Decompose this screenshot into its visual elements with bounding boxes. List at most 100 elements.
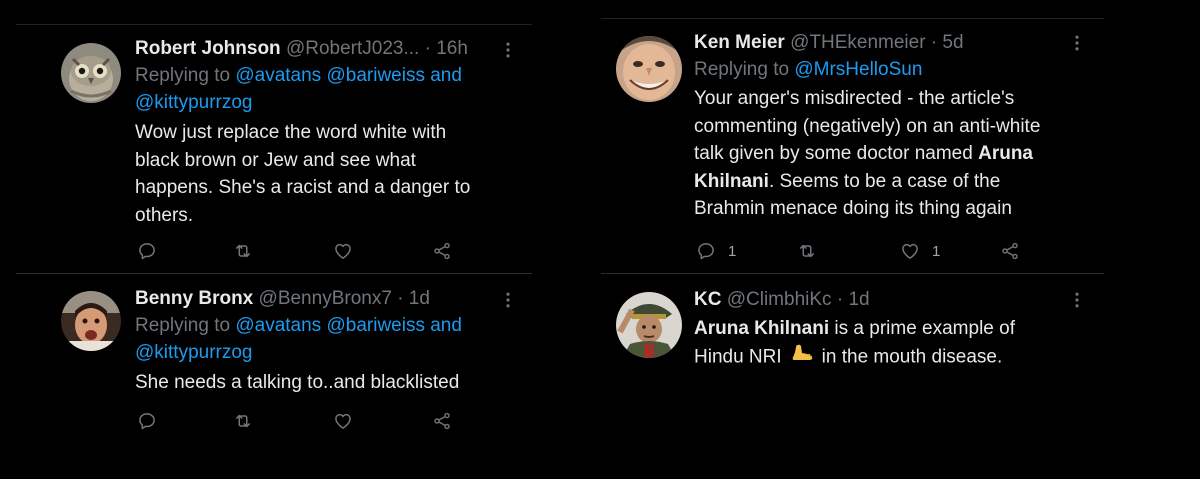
tweet-time[interactable]: 1d — [409, 288, 430, 309]
mention-link[interactable]: @avatans — [235, 315, 321, 336]
text-line: Brahmin menace doing its thing again — [694, 198, 1012, 219]
tweet-text: Your anger's misdirected - the article's… — [694, 85, 1080, 223]
text-line: Hindu NRI in the mouth disease. — [694, 343, 1080, 372]
tweet-header: Ken Meier @THEkenmeier · 5d — [694, 30, 1080, 56]
text-segment: Hindu NRI — [694, 345, 782, 367]
reply-icon — [696, 241, 716, 261]
text-segment: in the mouth disease. — [821, 345, 1003, 367]
retweet-button[interactable] — [233, 240, 253, 262]
share-button[interactable] — [432, 240, 452, 262]
tweet-time[interactable]: 5d — [942, 32, 963, 53]
like-icon — [333, 241, 353, 261]
avatar[interactable] — [616, 292, 682, 358]
bold-name: Aruna Khilnani — [694, 318, 830, 339]
mention-conjunction[interactable]: and — [425, 65, 462, 86]
display-name[interactable]: KC — [694, 289, 721, 310]
text-segment: is a prime example of — [829, 318, 1015, 339]
tweet-text: Wow just replace the word white with bla… — [135, 119, 508, 229]
like-button[interactable]: 1 — [900, 240, 940, 262]
mention-link[interactable]: @bariweiss — [326, 315, 424, 336]
tweet-kc[interactable]: KC @ClimbhiKc · 1d Aruna Khilnani is a p… — [601, 274, 1104, 394]
mention-link[interactable]: @kittypurrzog — [135, 92, 253, 113]
display-name[interactable]: Robert Johnson — [135, 38, 281, 59]
avatar[interactable] — [61, 291, 121, 351]
text-line: others. — [135, 204, 194, 226]
like-count: 1 — [932, 242, 941, 260]
tweet-body: Ken Meier @THEkenmeier · 5d Replying to … — [694, 30, 1080, 223]
mention-link[interactable]: @kittypurrzog — [135, 342, 253, 363]
text-line: She needs a talking to..and blacklisted — [135, 372, 460, 393]
share-icon — [432, 411, 452, 431]
foot-emoji-icon — [790, 343, 814, 372]
top-divider — [16, 24, 532, 25]
tweet-ken-meier[interactable]: Ken Meier @THEkenmeier · 5d Replying to … — [601, 19, 1104, 273]
avatar[interactable] — [61, 43, 121, 103]
bold-name: Aruna — [978, 143, 1033, 164]
retweet-icon — [797, 241, 817, 261]
separator-dot: · — [424, 38, 431, 59]
replying-to: Replying to @avatans @bariweiss and @kit… — [135, 312, 508, 366]
tweet-text: She needs a talking to..and blacklisted — [135, 369, 508, 397]
action-bar: 1 1 — [694, 240, 1034, 262]
retweet-button[interactable] — [233, 410, 253, 432]
user-handle[interactable]: @ClimbhiKc — [727, 289, 832, 310]
user-handle[interactable]: @BennyBronx7 — [259, 288, 392, 309]
tweet-benny-bronx[interactable]: Benny Bronx @BennyBronx7 · 1d Replying t… — [16, 274, 532, 444]
tweet-header: KC @ClimbhiKc · 1d — [694, 287, 1080, 313]
tweet-body: Benny Bronx @BennyBronx7 · 1d Replying t… — [135, 286, 508, 397]
text-line: Aruna Khilnani is a prime example of — [694, 315, 1080, 343]
text-line: Wow just replace the word white with — [135, 122, 447, 143]
reply-button[interactable] — [137, 240, 157, 262]
replying-prefix: Replying to — [694, 59, 795, 80]
user-handle[interactable]: @THEkenmeier — [790, 32, 925, 53]
separator-dot: · — [397, 288, 404, 309]
tweet-time[interactable]: 1d — [848, 289, 869, 310]
text-segment: talk given by some doctor named — [694, 143, 979, 164]
like-button[interactable] — [333, 240, 353, 262]
mention-link[interactable]: @bariweiss — [326, 65, 424, 86]
separator-dot: · — [930, 32, 938, 53]
replying-to: Replying to @MrsHelloSun — [694, 56, 1080, 83]
like-button[interactable] — [333, 410, 353, 432]
display-name[interactable]: Ken Meier — [694, 32, 785, 53]
mention-link[interactable]: @MrsHelloSun — [794, 59, 922, 80]
more-icon[interactable] — [1067, 290, 1087, 310]
share-icon — [432, 241, 452, 261]
tweet-body: Robert Johnson @RobertJ023... · 16h Repl… — [135, 36, 508, 229]
text-line: happens. She's a racist and a danger to — [135, 177, 471, 198]
share-button[interactable] — [432, 410, 452, 432]
more-icon[interactable] — [498, 40, 518, 60]
tweet-text: Aruna Khilnani is a prime example of Hin… — [694, 315, 1080, 371]
bold-name: Khilnani — [694, 170, 769, 192]
text-line: commenting (negatively) on an anti-white — [694, 115, 1041, 137]
replying-to: Replying to @avatans @bariweiss and @kit… — [135, 62, 508, 116]
reply-icon — [137, 241, 157, 261]
avatar[interactable] — [616, 36, 682, 102]
tweet-robert-johnson[interactable]: Robert Johnson @RobertJ023... · 16h Repl… — [16, 26, 532, 273]
like-icon — [333, 411, 353, 431]
text-line: Khilnani. Seems to be a case of the — [694, 168, 1080, 196]
mention-link[interactable]: @avatans — [235, 65, 321, 86]
user-handle[interactable]: @RobertJ023... — [286, 38, 419, 59]
reply-count: 1 — [728, 242, 737, 260]
action-bar — [135, 240, 465, 262]
separator-dot: · — [836, 289, 844, 310]
retweet-icon — [233, 241, 253, 261]
mention-conjunction[interactable]: and — [425, 315, 462, 336]
like-icon — [900, 241, 920, 261]
share-button[interactable] — [1000, 240, 1020, 262]
more-icon[interactable] — [498, 290, 518, 310]
text-line: black brown or Jew and see what — [135, 149, 416, 171]
reply-button[interactable] — [137, 410, 157, 432]
replying-prefix: Replying to — [135, 315, 236, 336]
reply-button[interactable]: 1 — [696, 240, 736, 262]
tweet-header: Benny Bronx @BennyBronx7 · 1d — [135, 286, 508, 312]
tweet-header: Robert Johnson @RobertJ023... · 16h — [135, 36, 508, 62]
tweet-time[interactable]: 16h — [436, 38, 468, 59]
retweet-button[interactable] — [797, 240, 817, 262]
more-icon[interactable] — [1067, 33, 1087, 53]
retweet-icon — [233, 411, 253, 431]
text-line: talk given by some doctor named Aruna — [694, 140, 1080, 168]
display-name[interactable]: Benny Bronx — [135, 288, 253, 309]
share-icon — [1000, 241, 1020, 261]
